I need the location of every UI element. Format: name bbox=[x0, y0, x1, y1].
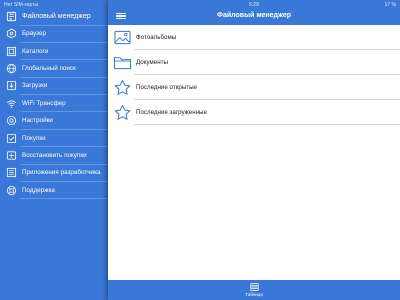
tab-bar: Таблица bbox=[108, 280, 400, 300]
sidebar-item-restore-purchases[interactable]: Восстановить покупки bbox=[0, 147, 108, 165]
sidebar-item-label: Восстановить покупки bbox=[22, 151, 87, 159]
nav-bar: Файловый менеджер bbox=[108, 7, 400, 25]
file-manager-icon bbox=[5, 10, 17, 22]
sidebar-item-label: Поддержка bbox=[22, 186, 55, 194]
sidebar-list: Файловый менеджер Браузер Каталоги Глоба… bbox=[0, 7, 108, 200]
list-item-recently-opened[interactable]: Последние открытые bbox=[108, 75, 400, 100]
tab-table[interactable]: Таблица bbox=[108, 280, 400, 300]
star-icon bbox=[112, 104, 132, 122]
file-list: Фотоальбомы Документы Последние открытые… bbox=[108, 25, 400, 125]
browser-icon bbox=[5, 28, 17, 40]
list-item-label: Последние открытые bbox=[136, 84, 197, 91]
wifi-icon bbox=[5, 97, 17, 109]
sidebar-item-label: WiFi Трансфер bbox=[22, 99, 66, 107]
list-item-photo-albums[interactable]: Фотоальбомы bbox=[108, 25, 400, 50]
sidebar-item-catalogs[interactable]: Каталоги bbox=[0, 42, 108, 61]
sidebar-item-developer-apps[interactable]: Приложения разработчика bbox=[0, 164, 108, 182]
sidebar-item-label: Настройки bbox=[22, 117, 53, 125]
list-item-label: Последние загруженные bbox=[136, 109, 207, 116]
download-icon bbox=[5, 80, 17, 92]
sidebar-item-wifi-transfer[interactable]: WiFi Трансфер bbox=[0, 95, 108, 113]
sidebar-item-label: Глобальный поиск bbox=[22, 64, 76, 72]
main-panel: 5:28 17 % Файловый менеджер Фотоальбомы … bbox=[108, 0, 400, 300]
sidebar-item-purchases[interactable]: Покупки bbox=[0, 129, 108, 148]
gear-icon bbox=[5, 115, 17, 127]
sidebar-item-support[interactable]: Поддержка bbox=[0, 182, 108, 200]
sidebar-item-browser[interactable]: Браузер bbox=[0, 25, 108, 43]
list-item-label: Документы bbox=[136, 59, 168, 66]
sidebar-item-file-manager[interactable]: Файловый менеджер bbox=[0, 7, 108, 25]
sidebar: Нет SIM-карты Файловый менеджер Браузер … bbox=[0, 0, 108, 300]
sidebar-item-label: Загрузки bbox=[22, 82, 48, 90]
sidebar-item-label: Каталоги bbox=[22, 47, 49, 55]
tab-label: Таблица bbox=[245, 292, 263, 297]
list-item-label: Фотоальбомы bbox=[136, 34, 177, 41]
photo-album-icon bbox=[112, 29, 132, 47]
list-item-recently-downloaded[interactable]: Последние загруженные bbox=[108, 100, 400, 125]
catalogs-icon bbox=[5, 45, 17, 57]
sidebar-item-downloads[interactable]: Загрузки bbox=[0, 77, 108, 95]
sidebar-item-label: Приложения разработчика bbox=[22, 169, 101, 177]
globe-icon bbox=[5, 62, 17, 74]
table-stack-icon bbox=[249, 283, 259, 291]
support-icon bbox=[5, 184, 17, 196]
developer-apps-icon bbox=[5, 167, 17, 179]
page-title: Файловый менеджер bbox=[216, 12, 291, 19]
sidebar-item-settings[interactable]: Настройки bbox=[0, 112, 108, 130]
restore-icon bbox=[5, 149, 17, 161]
folder-icon bbox=[112, 54, 132, 72]
sidebar-item-label: Браузер bbox=[22, 30, 47, 38]
sidebar-item-label: Покупки bbox=[22, 134, 46, 142]
status-bar: 5:28 17 % bbox=[108, 0, 400, 8]
purchases-icon bbox=[5, 132, 17, 144]
star-icon bbox=[112, 79, 132, 97]
list-item-documents[interactable]: Документы bbox=[108, 50, 400, 75]
sidebar-item-label: Файловый менеджер bbox=[22, 12, 91, 20]
sidebar-item-global-search[interactable]: Глобальный поиск bbox=[0, 60, 108, 78]
